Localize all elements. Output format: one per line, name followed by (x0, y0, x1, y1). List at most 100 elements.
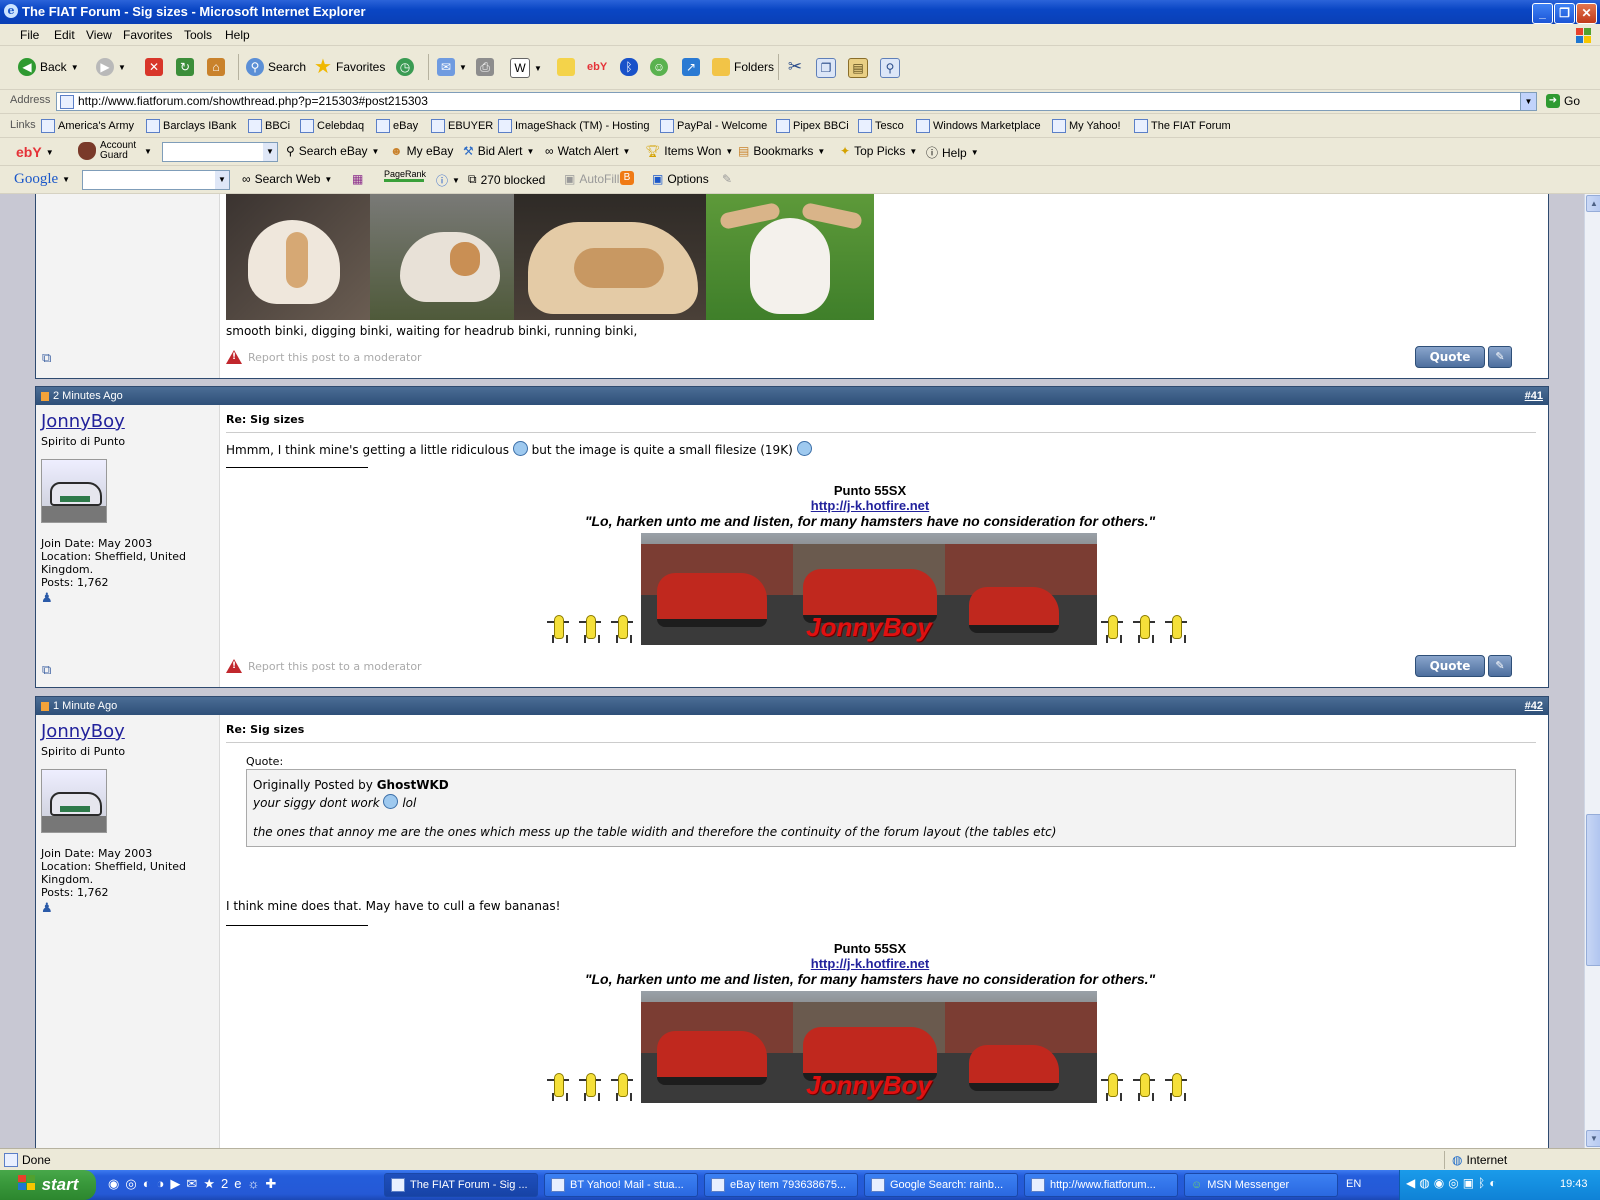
edit-button[interactable]: ✎ (1488, 655, 1512, 677)
link-americas-army[interactable]: America's Army (41, 119, 134, 133)
refresh-button[interactable]: ↻ (176, 58, 194, 76)
address-input[interactable]: http://www.fiatforum.com/showthread.php?… (56, 92, 1522, 111)
discuss-button[interactable] (557, 58, 575, 76)
start-button[interactable]: start (0, 1170, 96, 1200)
quicklaunch-icon[interactable]: ✉ (186, 1176, 197, 1192)
tray-icon[interactable]: ◍ (1419, 1176, 1429, 1190)
quicklaunch-icon[interactable]: ◐ (143, 1176, 151, 1192)
search-ebay-button[interactable]: ⚲ Search eBay ▼ (286, 144, 379, 158)
bookmarks-button[interactable]: ▤ Bookmarks ▼ (738, 144, 825, 158)
signature-link[interactable]: http://j-k.hotfire.net (480, 956, 1260, 971)
bid-alert-button[interactable]: ⚒ Bid Alert ▼ (463, 144, 534, 158)
link-windows-marketplace[interactable]: Windows Marketplace (916, 119, 1041, 133)
menu-tools[interactable]: Tools (184, 28, 212, 42)
link-barclays[interactable]: Barclays IBank (146, 119, 236, 133)
menu-view[interactable]: View (86, 28, 112, 42)
task-fiatforum-url[interactable]: http://www.fiatforum... (1024, 1173, 1178, 1197)
profile-icon[interactable]: ⧉ (42, 663, 51, 678)
quicklaunch-icon[interactable]: ☼ (247, 1176, 259, 1192)
menu-help[interactable]: Help (225, 28, 250, 42)
link-celebdaq[interactable]: Celebdaq (300, 119, 364, 133)
quicklaunch-icon[interactable]: ★ (203, 1176, 215, 1192)
link-ebay[interactable]: eBay (376, 119, 418, 133)
address-dropdown-button[interactable]: ▼ (1520, 92, 1537, 111)
go-button[interactable]: ➜ Go (1546, 94, 1580, 108)
tray-icon[interactable]: ▣ (1463, 1176, 1474, 1190)
tray-icon[interactable]: ◎ (1448, 1176, 1458, 1190)
history-button[interactable]: ◷ (396, 58, 414, 76)
task-google-search[interactable]: Google Search: rainb... (864, 1173, 1018, 1197)
folders-button[interactable]: Folders (712, 58, 774, 76)
vertical-scrollbar[interactable]: ▲ ▼ (1584, 194, 1600, 1148)
menu-edit[interactable]: Edit (54, 28, 75, 42)
ebay-button[interactable]: ebY (587, 58, 607, 76)
popup-blocker-button[interactable]: ⧉ 270 blocked (468, 172, 545, 187)
username-link[interactable]: JonnyBoy (41, 721, 125, 742)
edit-word-button[interactable]: W ▼ (510, 58, 542, 78)
home-button[interactable]: ⌂ (207, 58, 225, 76)
pagerank-button[interactable]: PageRank (384, 169, 426, 182)
quote-button[interactable]: Quote (1415, 346, 1485, 368)
highlight-button[interactable]: ✎ (722, 172, 732, 186)
account-guard-button[interactable]: Account Guard ▼ (78, 141, 152, 161)
help-button[interactable]: ⓘ Help ▼ (926, 144, 979, 161)
info-button[interactable]: ⓘ ▼ (436, 172, 460, 189)
task-msn-messenger[interactable]: ☺ MSN Messenger (1184, 1173, 1338, 1197)
tray-expand-icon[interactable]: ◀ (1406, 1176, 1415, 1190)
google-menu-button[interactable]: Google ▼ (14, 171, 70, 188)
signature-link[interactable]: http://j-k.hotfire.net (480, 498, 1260, 513)
link-bbci[interactable]: BBCi (248, 119, 290, 133)
blogger-button[interactable]: B (620, 171, 634, 185)
tray-icon[interactable]: ᛒ (1478, 1176, 1485, 1190)
link-paypal[interactable]: PayPal - Welcome (660, 119, 767, 133)
options-button[interactable]: ▣ Options (652, 172, 709, 186)
task-ebay-item[interactable]: eBay item 793638675... (704, 1173, 858, 1197)
report-post-link[interactable]: Report this post to a moderator (226, 350, 422, 364)
items-won-button[interactable]: 🏆︎ Items Won ▼ (645, 144, 733, 158)
news-button[interactable]: ▦ (352, 172, 363, 186)
close-button[interactable]: ✕ (1576, 3, 1597, 24)
watch-alert-button[interactable]: ∞ Watch Alert ▼ (545, 144, 630, 158)
quicklaunch-icon[interactable]: e (234, 1176, 241, 1192)
bluetooth-button[interactable]: ᛒ (620, 58, 638, 76)
link-pipex[interactable]: Pipex BBCi (776, 119, 849, 133)
quote-button[interactable]: Quote (1415, 655, 1485, 677)
google-search-input[interactable]: ▼ (82, 170, 230, 190)
username-link[interactable]: JonnyBoy (41, 411, 125, 432)
scroll-up-button[interactable]: ▲ (1586, 195, 1600, 212)
task-bt-yahoo-mail[interactable]: BT Yahoo! Mail - stua... (544, 1173, 698, 1197)
quicklaunch-icon[interactable]: ✚ (265, 1176, 276, 1192)
paste-button[interactable]: ▤ (848, 58, 868, 78)
post-number-link[interactable]: #42 (1525, 700, 1543, 712)
link-fiat-forum[interactable]: The FIAT Forum (1134, 119, 1231, 133)
menu-favorites[interactable]: Favorites (123, 28, 172, 42)
link-my-yahoo[interactable]: My Yahoo! (1052, 119, 1121, 133)
report-post-link[interactable]: Report this post to a moderator (226, 659, 422, 673)
scroll-thumb[interactable] (1586, 814, 1600, 966)
quicklaunch-icon[interactable]: ◎ (125, 1176, 136, 1192)
autofill-button[interactable]: ▣ AutoFill (564, 172, 619, 186)
language-indicator[interactable]: EN (1346, 1178, 1361, 1190)
tray-icon[interactable]: ◐ (1489, 1176, 1496, 1190)
minimize-button[interactable]: _ (1532, 3, 1553, 24)
link-imageshack[interactable]: ImageShack (TM) - Hosting (498, 119, 649, 133)
my-ebay-button[interactable]: ☻ My eBay (390, 144, 453, 158)
post-number-link[interactable]: #41 (1525, 390, 1543, 402)
quicklaunch-icon[interactable]: 2 (221, 1176, 228, 1192)
ebay-menu-button[interactable]: ebY ▼ (16, 144, 54, 160)
tray-icon[interactable]: ◉ (1434, 1176, 1444, 1190)
maximize-button[interactable]: ❐ (1554, 3, 1575, 24)
task-fiat-forum[interactable]: The FIAT Forum - Sig ... (384, 1173, 538, 1197)
print-button[interactable]: ⎙ (476, 58, 494, 76)
profile-icon[interactable]: ⧉ (42, 351, 51, 366)
quicklaunch-icon[interactable]: ◑ (157, 1176, 165, 1192)
back-button[interactable]: ◀ Back ▼ (18, 58, 79, 76)
edit-button[interactable]: ✎ (1488, 346, 1512, 368)
stop-button[interactable]: ✕ (145, 58, 163, 76)
mail-button[interactable]: ✉ ▼ (437, 58, 467, 76)
messenger-button[interactable]: ☺ (650, 58, 668, 76)
search-web-button[interactable]: ∞ Search Web ▼ (242, 172, 332, 186)
quicklaunch-icon[interactable]: ▶ (170, 1176, 180, 1192)
search-button[interactable]: ⚲ Search (246, 58, 306, 76)
find-button[interactable]: ⚲ (880, 58, 900, 78)
